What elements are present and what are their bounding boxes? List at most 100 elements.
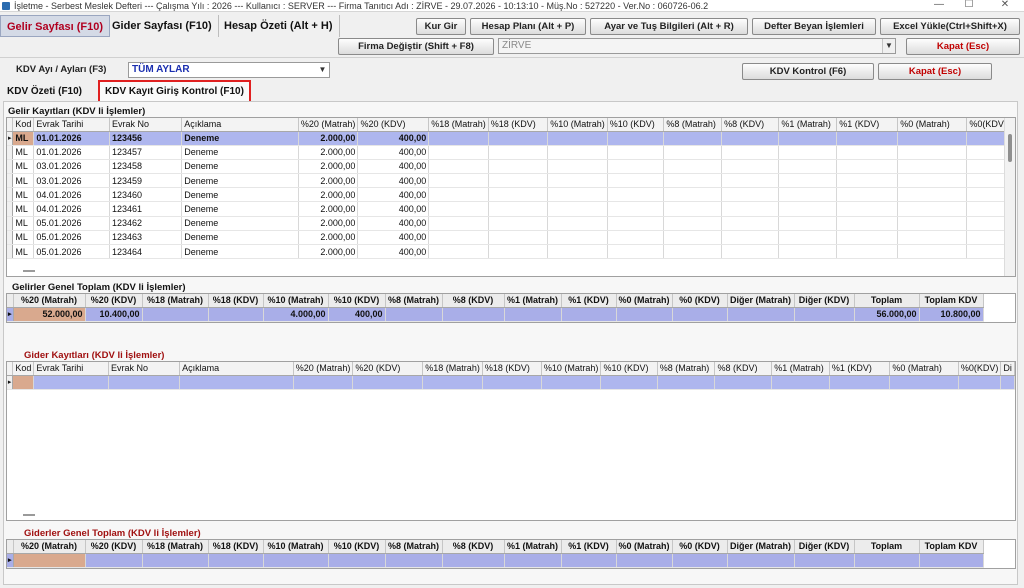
table-cell bbox=[547, 145, 608, 160]
table-cell bbox=[607, 230, 665, 246]
table-cell bbox=[663, 173, 723, 189]
table-cell bbox=[836, 159, 899, 175]
ayar-tus-bilgileri-button[interactable]: Ayar ve Tuş Bilgileri (Alt + R) bbox=[590, 18, 748, 35]
excel-yukle-button[interactable]: Excel Yükle(Ctrl+Shift+X) bbox=[880, 18, 1020, 35]
table-cell bbox=[663, 230, 723, 246]
column-header: %1 (Matrah) bbox=[504, 540, 562, 554]
table-cell bbox=[897, 159, 968, 175]
table-cell bbox=[428, 230, 489, 246]
column-header: %18 (KDV) bbox=[208, 540, 264, 554]
maximize-button[interactable]: ☐ bbox=[954, 0, 984, 12]
table-cell bbox=[721, 230, 780, 246]
table-cell bbox=[836, 131, 899, 146]
table-cell bbox=[1000, 375, 1015, 390]
table-cell: ML bbox=[12, 244, 35, 260]
kapat-top-button[interactable]: Kapat (Esc) bbox=[906, 38, 1020, 55]
table-cell: ML bbox=[12, 145, 35, 160]
table-cell bbox=[488, 216, 549, 231]
tab-hesap-ozeti[interactable]: Hesap Özeti (Alt + H) bbox=[218, 15, 340, 37]
table-cell bbox=[428, 244, 489, 260]
table-cell bbox=[547, 131, 608, 146]
table-cell: ML bbox=[12, 201, 35, 217]
table-cell bbox=[778, 173, 838, 189]
firma-degistir-button[interactable]: Firma Değiştir (Shift + F8) bbox=[338, 38, 494, 55]
column-header: Kod bbox=[12, 118, 35, 132]
close-window-button[interactable]: ✕ bbox=[990, 0, 1020, 12]
column-header: %10 (KDV) bbox=[600, 362, 658, 376]
column-header: %1 (Matrah) bbox=[778, 118, 838, 132]
column-header: %10 (KDV) bbox=[328, 294, 386, 308]
giderler-toplam-table: %20 (Matrah) %20 (KDV) %18 (Matrah) %18 (KD… bbox=[7, 540, 984, 568]
table-cell bbox=[600, 375, 658, 390]
scrollbar-thumb[interactable] bbox=[1008, 134, 1012, 162]
kdv-kontrol-button[interactable]: KDV Kontrol (F6) bbox=[742, 63, 874, 80]
table-row[interactable]: ML 04.01.2026 123461 Deneme 2.000,00 400,00 bbox=[7, 201, 1015, 217]
table-cell bbox=[829, 375, 891, 390]
table-cell: 123462 bbox=[109, 216, 183, 231]
total-cell bbox=[794, 307, 855, 322]
column-header: Açıklama bbox=[179, 362, 294, 376]
tab-gider-sayfasi[interactable]: Gider Sayfası (F10) bbox=[106, 15, 219, 37]
table-row[interactable]: ▸ bbox=[7, 375, 1015, 390]
table-cell bbox=[897, 187, 968, 203]
table-row[interactable]: ML 01.01.2026 123457 Deneme 2.000,00 400,00 bbox=[7, 145, 1015, 160]
table-row[interactable]: ML 05.01.2026 123464 Deneme 2.000,00 400,00 bbox=[7, 244, 1015, 260]
total-cell: 10.800,00 bbox=[919, 307, 984, 322]
table-row[interactable]: ML 05.01.2026 123462 Deneme 2.000,00 400,00 bbox=[7, 216, 1015, 231]
column-header: %10 (Matrah) bbox=[263, 540, 329, 554]
minimize-button[interactable]: — bbox=[924, 0, 954, 12]
table-cell: 400,00 bbox=[357, 216, 430, 231]
table-row[interactable]: ▸ ML 01.01.2026 123456 Deneme 2.000,00 400,00 bbox=[7, 131, 1015, 146]
table-row[interactable]: ML 04.01.2026 123460 Deneme 2.000,00 400,00 bbox=[7, 187, 1015, 203]
kdv-ay-label: KDV Ayı / Ayları (F3) bbox=[16, 64, 107, 75]
totals-row[interactable]: ▸ bbox=[7, 553, 984, 568]
kdv-ay-select[interactable]: TÜM AYLAR ▼ bbox=[128, 62, 330, 78]
total-cell: 4.000,00 bbox=[263, 307, 329, 322]
table-cell bbox=[897, 173, 968, 189]
column-header: %18 (KDV) bbox=[488, 118, 549, 132]
column-header: Toplam KDV bbox=[919, 540, 984, 554]
giderler-toplam-grid[interactable]: %20 (Matrah) %20 (KDV) %18 (Matrah) %18 (KD… bbox=[6, 539, 1016, 569]
column-header: %1 (Matrah) bbox=[771, 362, 830, 376]
table-row[interactable]: ML 05.01.2026 123463 Deneme 2.000,00 400,00 bbox=[7, 230, 1015, 246]
table-row[interactable]: ML 03.01.2026 123459 Deneme 2.000,00 400,00 bbox=[7, 173, 1015, 189]
grid-splitter[interactable] bbox=[23, 514, 35, 516]
table-cell: 05.01.2026 bbox=[33, 244, 111, 260]
kapat-button[interactable]: Kapat (Esc) bbox=[878, 63, 992, 80]
table-cell bbox=[897, 145, 968, 160]
table-cell bbox=[488, 159, 549, 175]
gider-kayitlari-grid[interactable]: Kod Evrak Tarihi Evrak No Açıklama %20 (Matr… bbox=[6, 361, 1016, 521]
table-cell: ML bbox=[12, 187, 35, 203]
table-cell: 2.000,00 bbox=[298, 145, 359, 160]
table-cell: 2.000,00 bbox=[298, 131, 359, 146]
giderler-toplam-title: Giderler Genel Toplam (KDV li İşlemler) bbox=[24, 528, 201, 539]
table-cell: 01.01.2026 bbox=[33, 131, 111, 146]
table-cell bbox=[721, 159, 780, 175]
table-cell bbox=[607, 159, 665, 175]
column-header: Evrak No bbox=[109, 118, 183, 132]
column-header: %20 (KDV) bbox=[357, 118, 430, 132]
totals-row[interactable]: ▸ 52.000,00 10.400,00 4.000,00 400,00 56.000,… bbox=[7, 307, 984, 322]
table-cell: 05.01.2026 bbox=[33, 216, 111, 231]
window-titlebar: İşletme - Serbest Meslek Defteri --- Çal… bbox=[0, 0, 1024, 12]
firma-select[interactable]: ZİRVE ▼ bbox=[498, 38, 896, 54]
table-cell bbox=[663, 201, 723, 217]
gelir-kayitlari-grid[interactable]: Kod Evrak Tarihi Evrak No Açıklama %20 (Matr… bbox=[6, 117, 1016, 277]
table-row[interactable]: ML 03.01.2026 123458 Deneme 2.000,00 400,00 bbox=[7, 159, 1015, 175]
grid-splitter[interactable] bbox=[23, 270, 35, 272]
gelirler-toplam-grid[interactable]: %20 (Matrah) %20 (KDV) %18 (Matrah) %18 (KD… bbox=[6, 293, 1016, 323]
gelir-scrollbar[interactable] bbox=[1004, 118, 1015, 276]
tab-kdv-kayit-giris-kontrol[interactable]: KDV Kayıt Giriş Kontrol (F10) bbox=[98, 80, 251, 103]
table-cell: 400,00 bbox=[357, 230, 430, 246]
table-cell bbox=[422, 375, 483, 390]
table-cell: 400,00 bbox=[357, 201, 430, 217]
table-cell: ML bbox=[12, 131, 35, 146]
kur-gir-button[interactable]: Kur Gir bbox=[416, 18, 466, 35]
table-cell bbox=[179, 375, 294, 390]
table-cell bbox=[778, 244, 838, 260]
tab-gelir-sayfasi[interactable]: Gelir Sayfası (F10) bbox=[0, 15, 110, 37]
tab-kdv-ozeti[interactable]: KDV Özeti (F10) bbox=[2, 83, 87, 101]
hesap-plani-button[interactable]: Hesap Planı (Alt + P) bbox=[470, 18, 586, 35]
table-cell: 123463 bbox=[109, 230, 183, 246]
defter-beyan-button[interactable]: Defter Beyan İşlemleri bbox=[752, 18, 876, 35]
